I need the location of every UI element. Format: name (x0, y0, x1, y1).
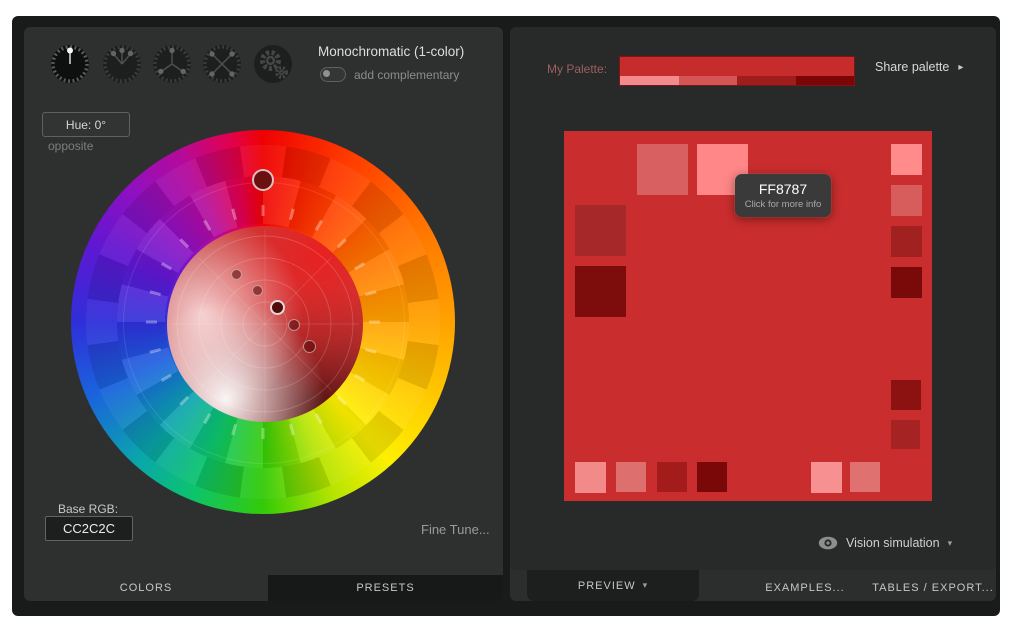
preview-square[interactable] (575, 266, 626, 317)
palette-shade-swatch[interactable] (679, 76, 738, 85)
my-palette-label: My Palette: (547, 62, 607, 76)
preview-panel: My Palette: Share palette ▸ FF8787 Click… (510, 27, 996, 601)
disc-polar-grid (167, 226, 363, 422)
share-palette-button[interactable]: Share palette ▸ (875, 60, 963, 74)
hue-marker[interactable] (252, 169, 274, 191)
preview-square[interactable] (891, 267, 922, 298)
paletton-app: Monochromatic (1-color) add complementar… (12, 16, 1000, 616)
scheme-name: Monochromatic (1-color) (318, 44, 464, 59)
tab-presets[interactable]: PRESETS (268, 575, 503, 601)
share-palette-label: Share palette (875, 60, 949, 74)
add-complementary-label: add complementary (354, 68, 459, 82)
fine-tune-link[interactable]: Fine Tune... (421, 522, 490, 537)
preview-square[interactable] (891, 226, 922, 257)
base-rgb-input[interactable] (45, 516, 133, 541)
freestyle-gears-icon[interactable] (253, 44, 293, 84)
add-complementary-toggle[interactable] (320, 67, 346, 82)
app-root: Monochromatic (1-color) add complementar… (0, 0, 1012, 632)
palette-main-swatch[interactable] (620, 57, 854, 76)
toggle-knob (323, 70, 330, 77)
shade-marker[interactable] (303, 340, 316, 353)
color-tooltip: FF8787 Click for more info (735, 174, 831, 217)
preview-square[interactable] (850, 462, 880, 492)
vision-simulation-label: Vision simulation (846, 536, 940, 550)
palette-shade-swatches (620, 76, 854, 85)
shade-marker[interactable] (252, 285, 263, 296)
shade-marker[interactable] (231, 269, 242, 280)
preview-square[interactable] (575, 205, 626, 256)
share-arrow-icon: ▸ (958, 62, 963, 73)
tooltip-hex-value: FF8787 (759, 181, 807, 197)
example-preview-canvas[interactable]: FF8787 Click for more info (564, 131, 932, 501)
preview-content-area: My Palette: Share palette ▸ FF8787 Click… (510, 27, 996, 570)
tooltip-hint: Click for more info (745, 199, 822, 210)
shade-marker[interactable] (270, 300, 285, 315)
palette-shade-swatch[interactable] (620, 76, 679, 85)
triad-knob-icon[interactable] (152, 44, 192, 84)
left-tab-bar: COLORS PRESETS (24, 575, 503, 601)
tab-tables-export[interactable]: TABLES / EXPORT... (870, 575, 996, 601)
my-palette-strip[interactable] (619, 56, 855, 86)
base-rgb-label: Base RGB: (58, 502, 118, 516)
saturation-brightness-disc[interactable] (167, 226, 363, 422)
right-tab-bar: EXAMPLES... TABLES / EXPORT... (510, 575, 996, 601)
tab-examples[interactable]: EXAMPLES... (750, 575, 860, 601)
wheel-panel: Monochromatic (1-color) add complementar… (24, 27, 503, 601)
tetrad-knob-icon[interactable] (202, 44, 242, 84)
preview-square[interactable] (891, 185, 922, 216)
preview-square[interactable] (891, 420, 920, 449)
chevron-down-icon: ▾ (948, 538, 953, 549)
adjacent-colors-knob-icon[interactable] (102, 44, 142, 84)
preview-square[interactable] (616, 462, 646, 492)
shade-marker[interactable] (288, 319, 300, 331)
color-wheel[interactable] (71, 130, 455, 514)
preview-square[interactable] (697, 462, 727, 492)
preview-square[interactable] (891, 380, 921, 410)
preview-square[interactable] (811, 462, 842, 493)
palette-shade-swatch[interactable] (737, 76, 796, 85)
vision-simulation-dropdown[interactable]: Vision simulation ▾ (818, 536, 952, 550)
preview-square[interactable] (891, 144, 922, 175)
monochromatic-knob-icon[interactable] (50, 44, 90, 84)
preview-square[interactable] (575, 462, 606, 493)
eye-icon (818, 536, 838, 550)
palette-shade-swatch[interactable] (796, 76, 855, 85)
preview-square[interactable] (657, 462, 687, 492)
tab-colors[interactable]: COLORS (24, 575, 268, 601)
preview-square[interactable] (637, 144, 688, 195)
